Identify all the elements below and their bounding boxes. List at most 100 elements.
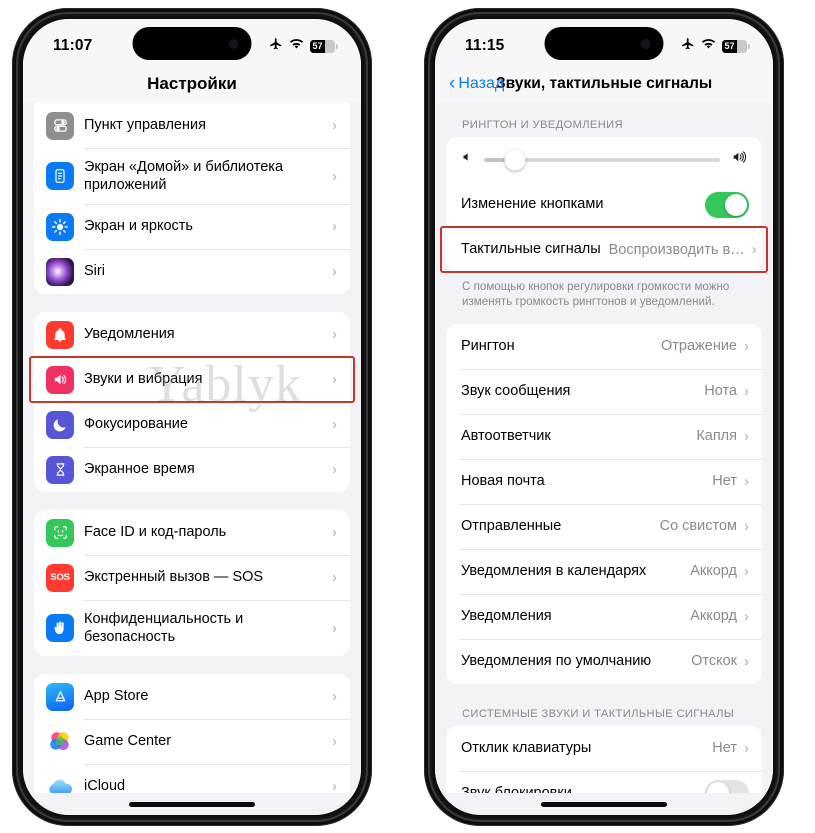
dynamic-island: [132, 27, 252, 60]
row-label: Face ID и код-пароль: [84, 523, 227, 540]
back-button[interactable]: ‹ Назад: [449, 72, 505, 94]
row-keyboard-feedback[interactable]: Отклик клавиатуры Нет ›: [446, 725, 762, 771]
row-ringtone[interactable]: Рингтон Отражение ›: [446, 323, 762, 369]
sidebar-item-sounds-haptics[interactable]: Звуки и вибрация ›: [34, 357, 350, 402]
section-header-ringtone: РИНГТОН И УВЕДОМЛЕНИЯ: [462, 119, 623, 131]
sidebar-item-app-store[interactable]: App Store ›: [34, 674, 350, 719]
tones-group: Рингтон Отражение › Звук сообщения Нота …: [446, 323, 762, 684]
battery-icon: 57: [310, 39, 338, 53]
app-store-icon: [46, 682, 74, 711]
row-sent-mail[interactable]: Отправленные Со свистом ›: [446, 503, 762, 549]
row-label: Звук блокировки: [461, 784, 572, 793]
screenshot-stage: 11:07 57 Настройки Пункт управления › Эк…: [0, 0, 815, 833]
footnote-volume: С помощью кнопок регулировки громкости м…: [462, 280, 730, 309]
volume-slider-row[interactable]: [446, 137, 762, 182]
chevron-right-icon: ›: [332, 326, 337, 343]
home-indicator-area: [23, 793, 361, 815]
row-label: Конфиденциальность и безопасность: [84, 610, 244, 645]
sidebar-item-game-center[interactable]: Game Center ›: [34, 719, 350, 764]
bell-icon: [46, 320, 74, 349]
sidebar-item-privacy-security[interactable]: Конфиденциальность и безопасность ›: [34, 600, 350, 656]
face-id-icon: [46, 518, 74, 547]
home-indicator[interactable]: [129, 801, 255, 807]
row-label: Рингтон: [461, 337, 515, 354]
row-value: Нота: [704, 383, 737, 400]
ringtone-group: Изменение кнопками Тактильные сигналы Во…: [446, 137, 762, 272]
front-camera-icon: [640, 38, 651, 49]
privacy-hand-icon: [46, 614, 74, 642]
status-icons: 57: [269, 29, 338, 56]
sidebar-item-focus[interactable]: Фокусирование ›: [34, 402, 350, 447]
row-voicemail[interactable]: Автоответчик Капля ›: [446, 413, 762, 459]
row-label: Уведомления: [461, 607, 552, 624]
row-new-mail[interactable]: Новая почта Нет ›: [446, 458, 762, 504]
change-with-buttons-toggle[interactable]: [705, 191, 749, 218]
sidebar-item-control-center[interactable]: Пункт управления ›: [34, 103, 350, 148]
hourglass-icon: [46, 455, 74, 484]
row-haptics[interactable]: Тактильные сигналы Воспроизводить в… ›: [446, 227, 762, 272]
left-settings-list[interactable]: Пункт управления › Экран «Домой» и библи…: [23, 103, 361, 793]
sidebar-item-emergency-sos[interactable]: SOS Экстренный вызов — SOS ›: [34, 555, 350, 600]
sidebar-item-notifications[interactable]: Уведомления ›: [34, 312, 350, 357]
row-default-alerts[interactable]: Уведомления по умолчанию Отскок ›: [446, 638, 762, 684]
back-button-label: Назад: [458, 75, 505, 92]
home-indicator[interactable]: [541, 801, 667, 807]
row-value: Отражение: [661, 338, 737, 355]
game-center-icon: [46, 727, 74, 756]
row-reminder-alerts[interactable]: Уведомления Аккорд ›: [446, 593, 762, 639]
row-value: Аккорд: [690, 563, 737, 580]
status-icons: 57: [681, 29, 750, 56]
row-label: App Store: [84, 687, 149, 704]
row-lock-sound[interactable]: Звук блокировки: [446, 770, 762, 793]
row-change-with-buttons[interactable]: Изменение кнопками: [446, 182, 762, 227]
row-label: Экран «Домой» и библиотека приложений: [84, 158, 284, 193]
left-phone-frame: 11:07 57 Настройки Пункт управления › Эк…: [12, 8, 372, 826]
icloud-icon: [46, 772, 74, 793]
left-status-bar: 11:07 57: [23, 19, 361, 65]
chevron-right-icon: ›: [332, 461, 337, 478]
row-label: Уведомления: [84, 325, 175, 342]
toggle-knob: [725, 193, 747, 216]
row-value: Капля: [696, 428, 737, 445]
row-label: Тактильные сигналы: [461, 240, 601, 257]
chevron-right-icon: ›: [332, 218, 337, 235]
siri-icon: [46, 257, 74, 286]
settings-group-4: App Store › Game Center › iCloud ›: [34, 674, 350, 793]
sounds-settings-list[interactable]: РИНГТОН И УВЕДОМЛЕНИЯ Изменение кнопками…: [435, 103, 773, 793]
battery-tip: [748, 43, 750, 49]
page-title: Настройки: [147, 74, 237, 93]
sidebar-item-siri[interactable]: Siri ›: [34, 249, 350, 294]
sidebar-item-display-brightness[interactable]: Экран и яркость ›: [34, 204, 350, 249]
speaker-low-icon: [460, 150, 474, 169]
battery-percent: 57: [724, 40, 735, 51]
row-message-sound[interactable]: Звук сообщения Нота ›: [446, 368, 762, 414]
chevron-right-icon: ›: [332, 167, 337, 185]
chevron-right-icon: ›: [332, 733, 337, 750]
sidebar-item-screen-time[interactable]: Экранное время ›: [34, 447, 350, 492]
row-label: Экранное время: [84, 460, 195, 477]
row-label: Отклик клавиатуры: [461, 739, 592, 756]
chevron-right-icon: ›: [332, 688, 337, 705]
row-label: Звук сообщения: [461, 382, 571, 399]
volume-slider-track[interactable]: [484, 149, 720, 170]
row-label: Экстренный вызов — SOS: [84, 568, 264, 585]
front-camera-icon: [228, 38, 239, 49]
airplane-icon: [681, 37, 695, 56]
chevron-right-icon: ›: [751, 241, 757, 258]
sidebar-item-face-id[interactable]: Face ID и код-пароль ›: [34, 510, 350, 555]
toggle-knob: [707, 782, 729, 793]
battery-tip: [336, 43, 338, 49]
lock-sound-toggle[interactable]: [705, 780, 749, 793]
sidebar-item-icloud[interactable]: iCloud ›: [34, 764, 350, 793]
chevron-right-icon: ›: [744, 382, 749, 400]
sidebar-item-home-screen[interactable]: Экран «Домой» и библиотека приложений ›: [34, 148, 350, 204]
volume-slider-knob[interactable]: [504, 149, 526, 170]
battery-percent: 57: [312, 40, 323, 51]
chevron-right-icon: ›: [332, 263, 337, 280]
chevron-left-icon: ‹: [449, 72, 456, 94]
row-value: Со свистом: [659, 518, 737, 535]
page-title: Звуки, тактильные сигналы: [495, 75, 713, 92]
chevron-right-icon: ›: [744, 337, 749, 355]
row-calendar-alerts[interactable]: Уведомления в календарях Аккорд ›: [446, 548, 762, 594]
chevron-right-icon: ›: [332, 778, 337, 793]
